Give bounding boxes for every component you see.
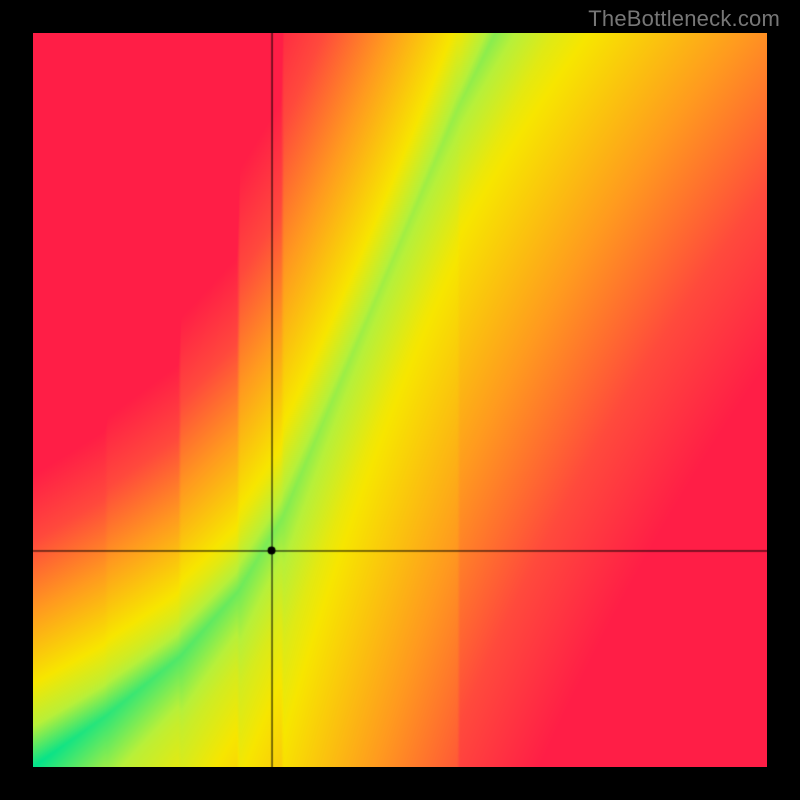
bottleneck-heatmap <box>33 33 767 767</box>
watermark-text: TheBottleneck.com <box>588 6 780 32</box>
chart-frame: TheBottleneck.com <box>0 0 800 800</box>
